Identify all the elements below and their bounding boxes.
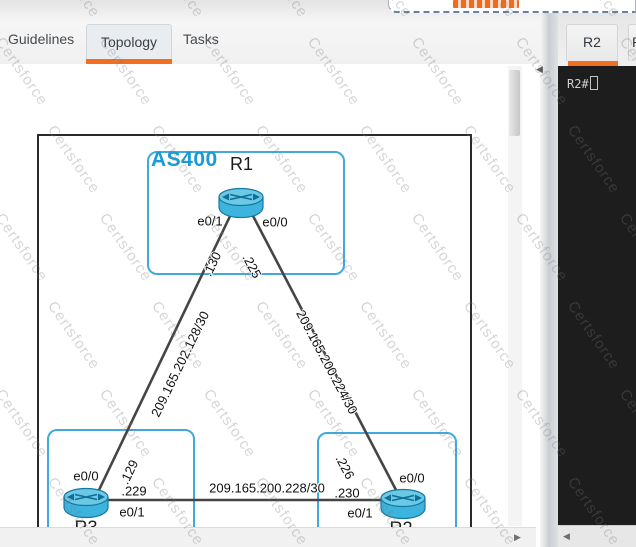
- r2-e00-label: e0/0: [399, 471, 424, 486]
- scroll-left-icon[interactable]: ◀: [563, 532, 570, 541]
- topology-page: AS400 R1 AS 600 R3 AS 500 R2 e0/1 e0/0 .…: [0, 64, 524, 527]
- terminal-prompt-line: R2#: [567, 76, 598, 91]
- terminal-tab-partial[interactable]: R: [628, 24, 636, 61]
- vertical-scrollbar-thumb[interactable]: [509, 70, 520, 136]
- subnet-200-228: 209.165.200.228/30: [209, 481, 325, 496]
- r3-e00-label: e0/0: [73, 469, 98, 484]
- tab-tasks[interactable]: Tasks: [183, 31, 219, 47]
- r3-e01-label: e0/1: [119, 505, 144, 520]
- terminal-cursor: [590, 76, 598, 90]
- as400-label: AS400: [151, 148, 218, 172]
- r2-e01-label: e0/1: [347, 506, 372, 521]
- r2-ip-230: .230: [334, 486, 359, 501]
- router-r1[interactable]: [216, 186, 266, 219]
- clipped-top-popup: [388, 0, 636, 13]
- terminal-prompt: R2#: [567, 77, 589, 91]
- terminal-tab-r2[interactable]: R2: [566, 24, 618, 61]
- panel-divider: [540, 13, 560, 547]
- r1-label: R1: [230, 154, 253, 175]
- collapse-panel-icon[interactable]: ◀: [536, 64, 543, 74]
- topology-diagram-frame: AS400 R1 AS 600 R3 AS 500 R2 e0/1 e0/0 .…: [37, 134, 472, 547]
- exam-simulator-window: Guidelines Topology Tasks AS400 R1 AS 60…: [0, 0, 636, 547]
- tab-guidelines[interactable]: Guidelines: [8, 31, 74, 47]
- router-r3[interactable]: [61, 486, 111, 519]
- router-r2[interactable]: [378, 487, 428, 520]
- terminal-horizontal-scrollbar[interactable]: ◀: [558, 525, 636, 547]
- r1-e00-label: e0/0: [262, 215, 287, 230]
- r3-ip-229: .229: [121, 484, 146, 499]
- left-panel-horizontal-scrollbar[interactable]: ▶: [0, 527, 536, 547]
- terminal-console[interactable]: R2#: [558, 66, 636, 525]
- scroll-right-icon[interactable]: ▶: [514, 533, 521, 542]
- left-panel-vertical-scrollbar[interactable]: [508, 66, 522, 526]
- clipped-orange-link[interactable]: [453, 0, 519, 8]
- tab-topology[interactable]: Topology: [86, 24, 172, 59]
